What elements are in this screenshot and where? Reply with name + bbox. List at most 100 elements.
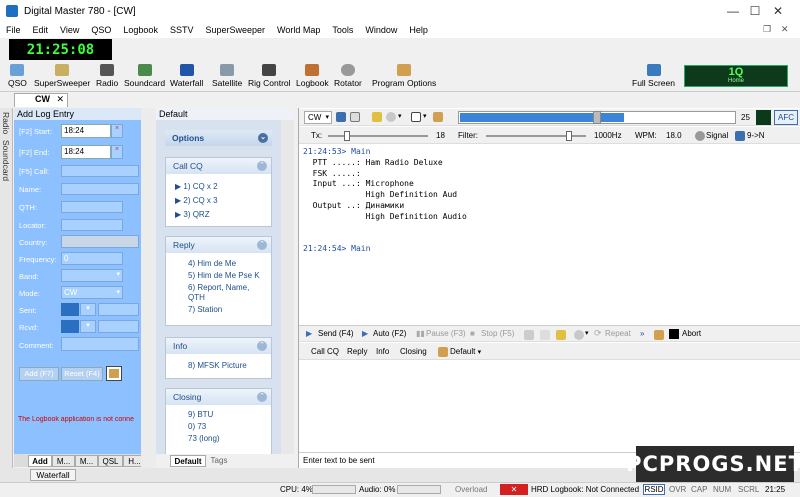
rotator-button[interactable]: Rotator — [334, 64, 362, 88]
macro-cq-x3[interactable]: ▶ 2) CQ x 3 — [166, 194, 271, 208]
macro-73-long[interactable]: 73 (long) — [166, 433, 271, 445]
macro-him-de-me-pse-k[interactable]: 5) Him de Me Pse K — [166, 270, 271, 282]
waterfall-button[interactable]: Waterfall — [170, 64, 203, 88]
stop-button[interactable]: Stop (F5) — [481, 329, 514, 338]
satellite-button[interactable]: Satellite — [212, 64, 242, 88]
menu-logbook[interactable]: Logbook — [117, 25, 164, 35]
menu-view[interactable]: View — [54, 25, 85, 35]
end-clear-icon[interactable]: × — [111, 145, 123, 159]
sent-input[interactable] — [98, 303, 139, 316]
sent-rst-select[interactable] — [61, 303, 79, 316]
options-header[interactable]: Options ⌄ — [165, 130, 272, 146]
chevron-down-icon[interactable]: ▾ — [423, 112, 427, 120]
add-log-button[interactable]: Add (F7) — [19, 367, 59, 381]
chevron-up-icon[interactable]: ⌃ — [257, 392, 267, 402]
send-button[interactable]: Send (F4) — [318, 329, 354, 338]
repeat-button[interactable]: Repeat — [605, 329, 631, 338]
frequency-input[interactable]: 0 — [61, 252, 123, 265]
comment-input[interactable] — [61, 337, 139, 351]
soundcard-button[interactable]: Soundcard — [124, 64, 165, 88]
eraser-icon[interactable] — [540, 330, 550, 340]
tab-m2[interactable]: M... — [75, 455, 98, 467]
tab-soundcard[interactable]: Soundcard — [1, 140, 11, 181]
forward-icon[interactable]: » — [640, 329, 644, 338]
end-time-input[interactable]: 18:24 — [61, 145, 111, 159]
macro-set-dropdown[interactable]: Default ▾ — [450, 347, 481, 356]
locator-input[interactable] — [61, 219, 123, 231]
program-options-button[interactable]: Program Options — [372, 64, 436, 88]
start-time-input[interactable]: 18:24 — [61, 124, 111, 138]
settings-icon[interactable] — [433, 112, 443, 122]
tab-radio[interactable]: Radio — [1, 112, 11, 134]
pause-button[interactable]: Pause (F3) — [426, 329, 466, 338]
macro-cq-x2[interactable]: ▶ 1) CQ x 2 — [166, 180, 271, 194]
panel-splitter[interactable] — [141, 108, 156, 468]
tab-tags[interactable]: Tags — [207, 455, 231, 467]
radio-button[interactable]: Radio — [96, 64, 118, 88]
reset-log-button[interactable]: Reset (F4) — [61, 367, 103, 381]
tab-cw[interactable]: CW ✕ — [14, 93, 68, 107]
macro-btu[interactable]: 9) BTU — [166, 409, 271, 421]
transmit-text-area[interactable] — [299, 360, 800, 452]
macro-scrollbar[interactable] — [281, 120, 294, 454]
menu-window[interactable]: Window — [359, 25, 403, 35]
auto-button[interactable]: Auto (F2) — [373, 329, 406, 338]
menu-supersweeper[interactable]: SuperSweeper — [199, 25, 271, 35]
rcvd-rst-select[interactable] — [61, 320, 79, 333]
filter-slider[interactable] — [486, 131, 586, 141]
mdi-close-button[interactable]: ✕ — [781, 24, 789, 35]
tx-settings-icon[interactable] — [654, 330, 664, 340]
print-icon[interactable] — [350, 112, 360, 122]
supersweeper-button[interactable]: SuperSweeper — [34, 64, 90, 88]
macro-station[interactable]: 7) Station — [166, 304, 271, 316]
macro-bar-closing[interactable]: Closing — [400, 347, 427, 356]
logbook-button[interactable]: Logbook — [296, 64, 329, 88]
mdi-restore-button[interactable]: ❐ — [763, 24, 771, 35]
tab-qsl[interactable]: QSL — [98, 455, 123, 467]
macro-him-de-me[interactable]: 4) Him de Me — [166, 258, 271, 270]
full-screen-button[interactable]: Full Screen — [632, 64, 675, 88]
chevron-down-icon[interactable]: ▾ — [398, 112, 402, 120]
call-input[interactable] — [61, 165, 139, 177]
menu-qso[interactable]: QSO — [85, 25, 117, 35]
pencil-icon[interactable] — [372, 112, 382, 122]
save-icon[interactable] — [336, 112, 346, 122]
options-gear-icon[interactable] — [574, 330, 584, 340]
name-input[interactable] — [61, 183, 139, 195]
rsid-indicator[interactable]: RSID — [643, 484, 665, 495]
level-slider-thumb[interactable] — [593, 111, 601, 124]
tab-waterfall[interactable]: Waterfall — [30, 469, 76, 481]
route-label[interactable]: 9->N — [747, 131, 765, 140]
log-options-icon[interactable] — [106, 366, 122, 381]
macro-report[interactable]: 6) Report, Name, QTH — [166, 282, 266, 304]
macro-73[interactable]: 0) 73 — [166, 421, 271, 433]
signal-label[interactable]: Signal — [706, 131, 728, 140]
menu-world-map[interactable]: World Map — [271, 25, 326, 35]
menu-help[interactable]: Help — [403, 25, 434, 35]
chevron-up-icon[interactable]: ⌃ — [257, 240, 267, 250]
country-input[interactable] — [61, 235, 139, 248]
macro-bar-call-cq[interactable]: Call CQ — [311, 347, 339, 356]
chevron-up-icon[interactable]: ⌃ — [257, 161, 267, 171]
close-button[interactable]: ✕ — [756, 0, 800, 22]
tab-default[interactable]: Default — [170, 455, 206, 467]
clear-icon[interactable] — [524, 330, 534, 340]
band-select[interactable]: ▾ — [61, 269, 123, 282]
rig-control-button[interactable]: Rig Control — [248, 64, 291, 88]
macro-bar-info[interactable]: Info — [376, 347, 389, 356]
chevron-down-icon[interactable]: ▾ — [80, 320, 96, 333]
abort-button[interactable]: Abort — [682, 329, 701, 338]
chevron-up-icon[interactable]: ⌃ — [257, 341, 267, 351]
start-clear-icon[interactable]: × — [111, 124, 123, 138]
menu-sstv[interactable]: SSTV — [164, 25, 200, 35]
bell-icon[interactable] — [386, 112, 396, 122]
macro-mfsk-picture[interactable]: 8) MFSK Picture — [166, 360, 271, 372]
tab-add[interactable]: Add — [28, 455, 52, 467]
menu-edit[interactable]: Edit — [27, 25, 55, 35]
mode-select[interactable]: CW ▾ — [61, 286, 123, 299]
menu-file[interactable]: File — [0, 25, 27, 35]
tx-slider[interactable] — [328, 131, 428, 141]
menu-tools[interactable]: Tools — [326, 25, 359, 35]
chevron-down-icon[interactable]: ▾ — [80, 303, 96, 316]
window-icon[interactable] — [411, 112, 421, 122]
